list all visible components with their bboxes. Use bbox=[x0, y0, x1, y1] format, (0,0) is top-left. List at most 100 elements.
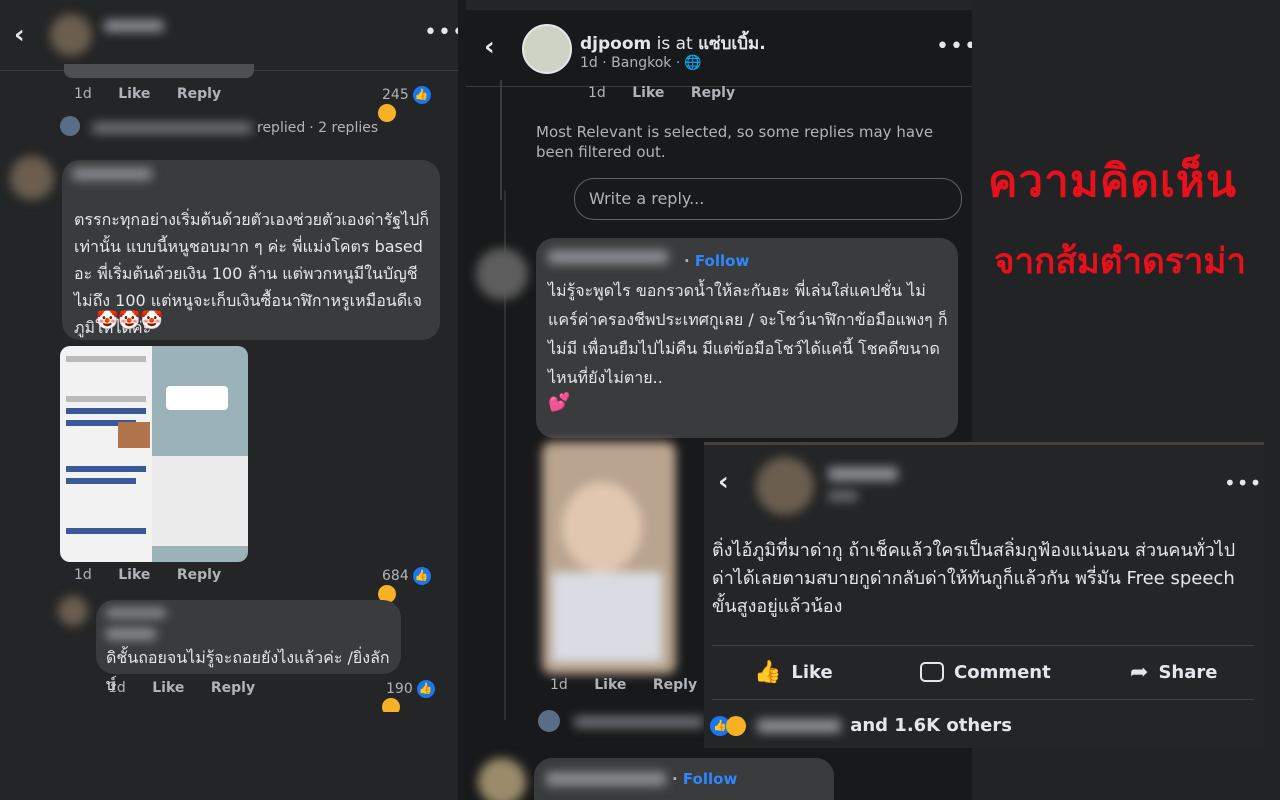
more-options-icon[interactable]: ••• bbox=[1224, 471, 1262, 495]
image-left-part bbox=[60, 346, 152, 562]
like-link[interactable]: Like bbox=[118, 567, 150, 583]
author-name[interactable]: djpoom bbox=[580, 34, 651, 54]
share-button[interactable]: ➦ Share bbox=[1130, 647, 1217, 697]
back-chevron-icon[interactable]: ‹ bbox=[718, 467, 729, 497]
left-panel-bottom bbox=[0, 712, 458, 800]
blurred-name bbox=[106, 608, 166, 618]
time-label: 1d bbox=[588, 85, 606, 101]
left-top-bar: ‹ ••• bbox=[0, 0, 458, 78]
place-link[interactable]: แซ่บเบิ้ม. bbox=[698, 34, 766, 54]
commenter-avatar[interactable] bbox=[478, 758, 526, 800]
replied-line[interactable]: replied · 2 replies bbox=[257, 120, 400, 136]
more-options-icon[interactable]: ••• bbox=[424, 20, 458, 45]
time-label: 1d bbox=[550, 677, 568, 693]
globe-icon: 🌐 bbox=[684, 55, 702, 71]
reply-link[interactable]: Reply bbox=[211, 680, 255, 696]
like-reaction-icon: 👍 bbox=[412, 86, 431, 104]
reaction-summary-3[interactable]: 190 👍 bbox=[382, 680, 458, 712]
reply-link[interactable]: Reply bbox=[653, 677, 697, 693]
comment-bubble: · Follow bbox=[534, 758, 834, 800]
post-header: ‹ djpoom is at แซ่บเบิ้ม. 1d · Bangkok ·… bbox=[466, 10, 972, 87]
write-reply-placeholder: Write a reply... bbox=[589, 189, 705, 208]
write-reply-input[interactable]: Write a reply... bbox=[574, 178, 962, 220]
comment-button[interactable]: Comment bbox=[920, 647, 1051, 697]
reply-link[interactable]: Reply bbox=[177, 567, 221, 583]
divider bbox=[712, 645, 1254, 646]
like-link[interactable]: Like bbox=[632, 85, 664, 101]
thread-line bbox=[500, 80, 502, 200]
like-link[interactable]: Like bbox=[118, 86, 150, 102]
haha-reaction-icon bbox=[382, 698, 400, 712]
author-avatar[interactable] bbox=[522, 24, 572, 74]
blurred-replier bbox=[92, 122, 252, 134]
blurred-text bbox=[106, 628, 156, 640]
comment-meta-4: 1d Like Reply bbox=[550, 677, 719, 693]
blurred-subline bbox=[828, 491, 858, 501]
blurred-replier bbox=[574, 716, 704, 728]
reaction-count: 684 bbox=[382, 568, 409, 584]
is-at-text: is at bbox=[656, 34, 693, 54]
time-label: 1d bbox=[74, 86, 92, 102]
back-chevron-icon[interactable]: ‹ bbox=[484, 32, 495, 62]
like-reaction-icon: 👍 bbox=[416, 680, 435, 698]
reactions-row[interactable]: 👍 and 1.6K others bbox=[710, 715, 1012, 736]
hearts-emoji: 💕 bbox=[548, 392, 571, 413]
back-chevron-icon[interactable]: ‹ bbox=[14, 20, 25, 50]
time-label: 1d bbox=[74, 567, 92, 583]
image-strip bbox=[64, 64, 254, 78]
like-button[interactable]: 👍 Like bbox=[754, 647, 833, 697]
blurred-name bbox=[828, 467, 898, 481]
comment-text: ไม่รู้จะพูดไร ขอกรวดน้ำให้ละกันฮะ พี่เล่… bbox=[548, 281, 948, 387]
avatar[interactable] bbox=[756, 457, 814, 515]
share-label: Share bbox=[1158, 661, 1218, 683]
overlay-title-line2: จากส้มตำดราม่า bbox=[994, 242, 1247, 282]
reply-link[interactable]: Reply bbox=[177, 86, 221, 102]
blurred-reactor-names bbox=[757, 718, 842, 733]
post-time-location: 1d · Bangkok · bbox=[580, 55, 681, 71]
replies-count-link[interactable]: 2 replies bbox=[318, 120, 378, 136]
thumbs-up-icon: 👍 bbox=[754, 659, 782, 685]
blurred-name bbox=[548, 250, 668, 264]
comment-meta-2: 1d Like Reply bbox=[74, 567, 243, 583]
share-arrow-icon: ➦ bbox=[1130, 659, 1149, 685]
haha-reaction-icon bbox=[726, 715, 746, 736]
replied-text: replied bbox=[257, 120, 306, 136]
more-options-icon[interactable]: ••• bbox=[936, 34, 972, 59]
blurred-name bbox=[104, 20, 164, 32]
commenter-avatar[interactable] bbox=[58, 596, 88, 626]
reaction-count: 190 bbox=[386, 681, 413, 697]
comment-label: Comment bbox=[954, 661, 1051, 683]
comment-bubble: ดิชั้นถอยจนไม่รู้จะถอยยังไงแล้วค่ะ /ยิ่ง… bbox=[96, 600, 401, 694]
post-text: ติ่งไอ้ภูมิที่มาด่ากู ถ้าเช็คแล้วใครเป็น… bbox=[712, 540, 1236, 617]
reaction-others-count: and 1.6K others bbox=[850, 715, 1012, 736]
comment-meta-0: 1d Like Reply bbox=[588, 85, 757, 101]
blurred-photo-attachment[interactable] bbox=[542, 442, 676, 674]
left-comment-panel: ‹ ••• 1d Like Reply 245👍 replied· 2 repl… bbox=[0, 0, 458, 712]
like-link[interactable]: Like bbox=[594, 677, 626, 693]
filter-note: Most Relevant is selected, so some repli… bbox=[536, 123, 934, 161]
screenshot-image-attachment[interactable] bbox=[60, 346, 248, 562]
comment-bubble-icon bbox=[920, 662, 944, 682]
reaction-count: 245 bbox=[382, 87, 409, 103]
overlay-comment-card: ‹ ••• ติ่งไอ้ภูมิที่มาด่ากู ถ้าเช็คแล้วใ… bbox=[704, 442, 1264, 748]
image-right-part bbox=[152, 346, 248, 562]
comment-meta-3: 1d Like Reply bbox=[108, 680, 277, 696]
reply-link[interactable]: Reply bbox=[691, 85, 735, 101]
divider bbox=[712, 699, 1254, 700]
reaction-summary-1[interactable]: 245 👍 bbox=[378, 86, 458, 122]
author-line: djpoom is at แซ่บเบิ้ม. bbox=[580, 30, 766, 57]
post-subline: 1d · Bangkok · 🌐 bbox=[580, 55, 724, 71]
blurred-name bbox=[72, 168, 152, 180]
commenter-avatar[interactable] bbox=[476, 248, 528, 300]
follow-link[interactable]: · Follow bbox=[672, 770, 737, 788]
reaction-summary-2[interactable]: 684 👍 bbox=[378, 567, 458, 603]
commenter-avatar[interactable] bbox=[10, 156, 54, 200]
follow-link[interactable]: · Follow bbox=[684, 252, 749, 270]
action-bar: 👍 Like Comment ➦ Share bbox=[712, 647, 1254, 697]
like-reaction-icon: 👍 bbox=[412, 567, 431, 585]
avatar[interactable] bbox=[50, 14, 92, 56]
reply-avatar bbox=[60, 116, 80, 136]
comment-bubble: · Follow ไม่รู้จะพูดไร ขอกรวดน้ำให้ละกัน… bbox=[536, 238, 958, 438]
like-label: Like bbox=[791, 661, 833, 683]
like-link[interactable]: Like bbox=[152, 680, 184, 696]
